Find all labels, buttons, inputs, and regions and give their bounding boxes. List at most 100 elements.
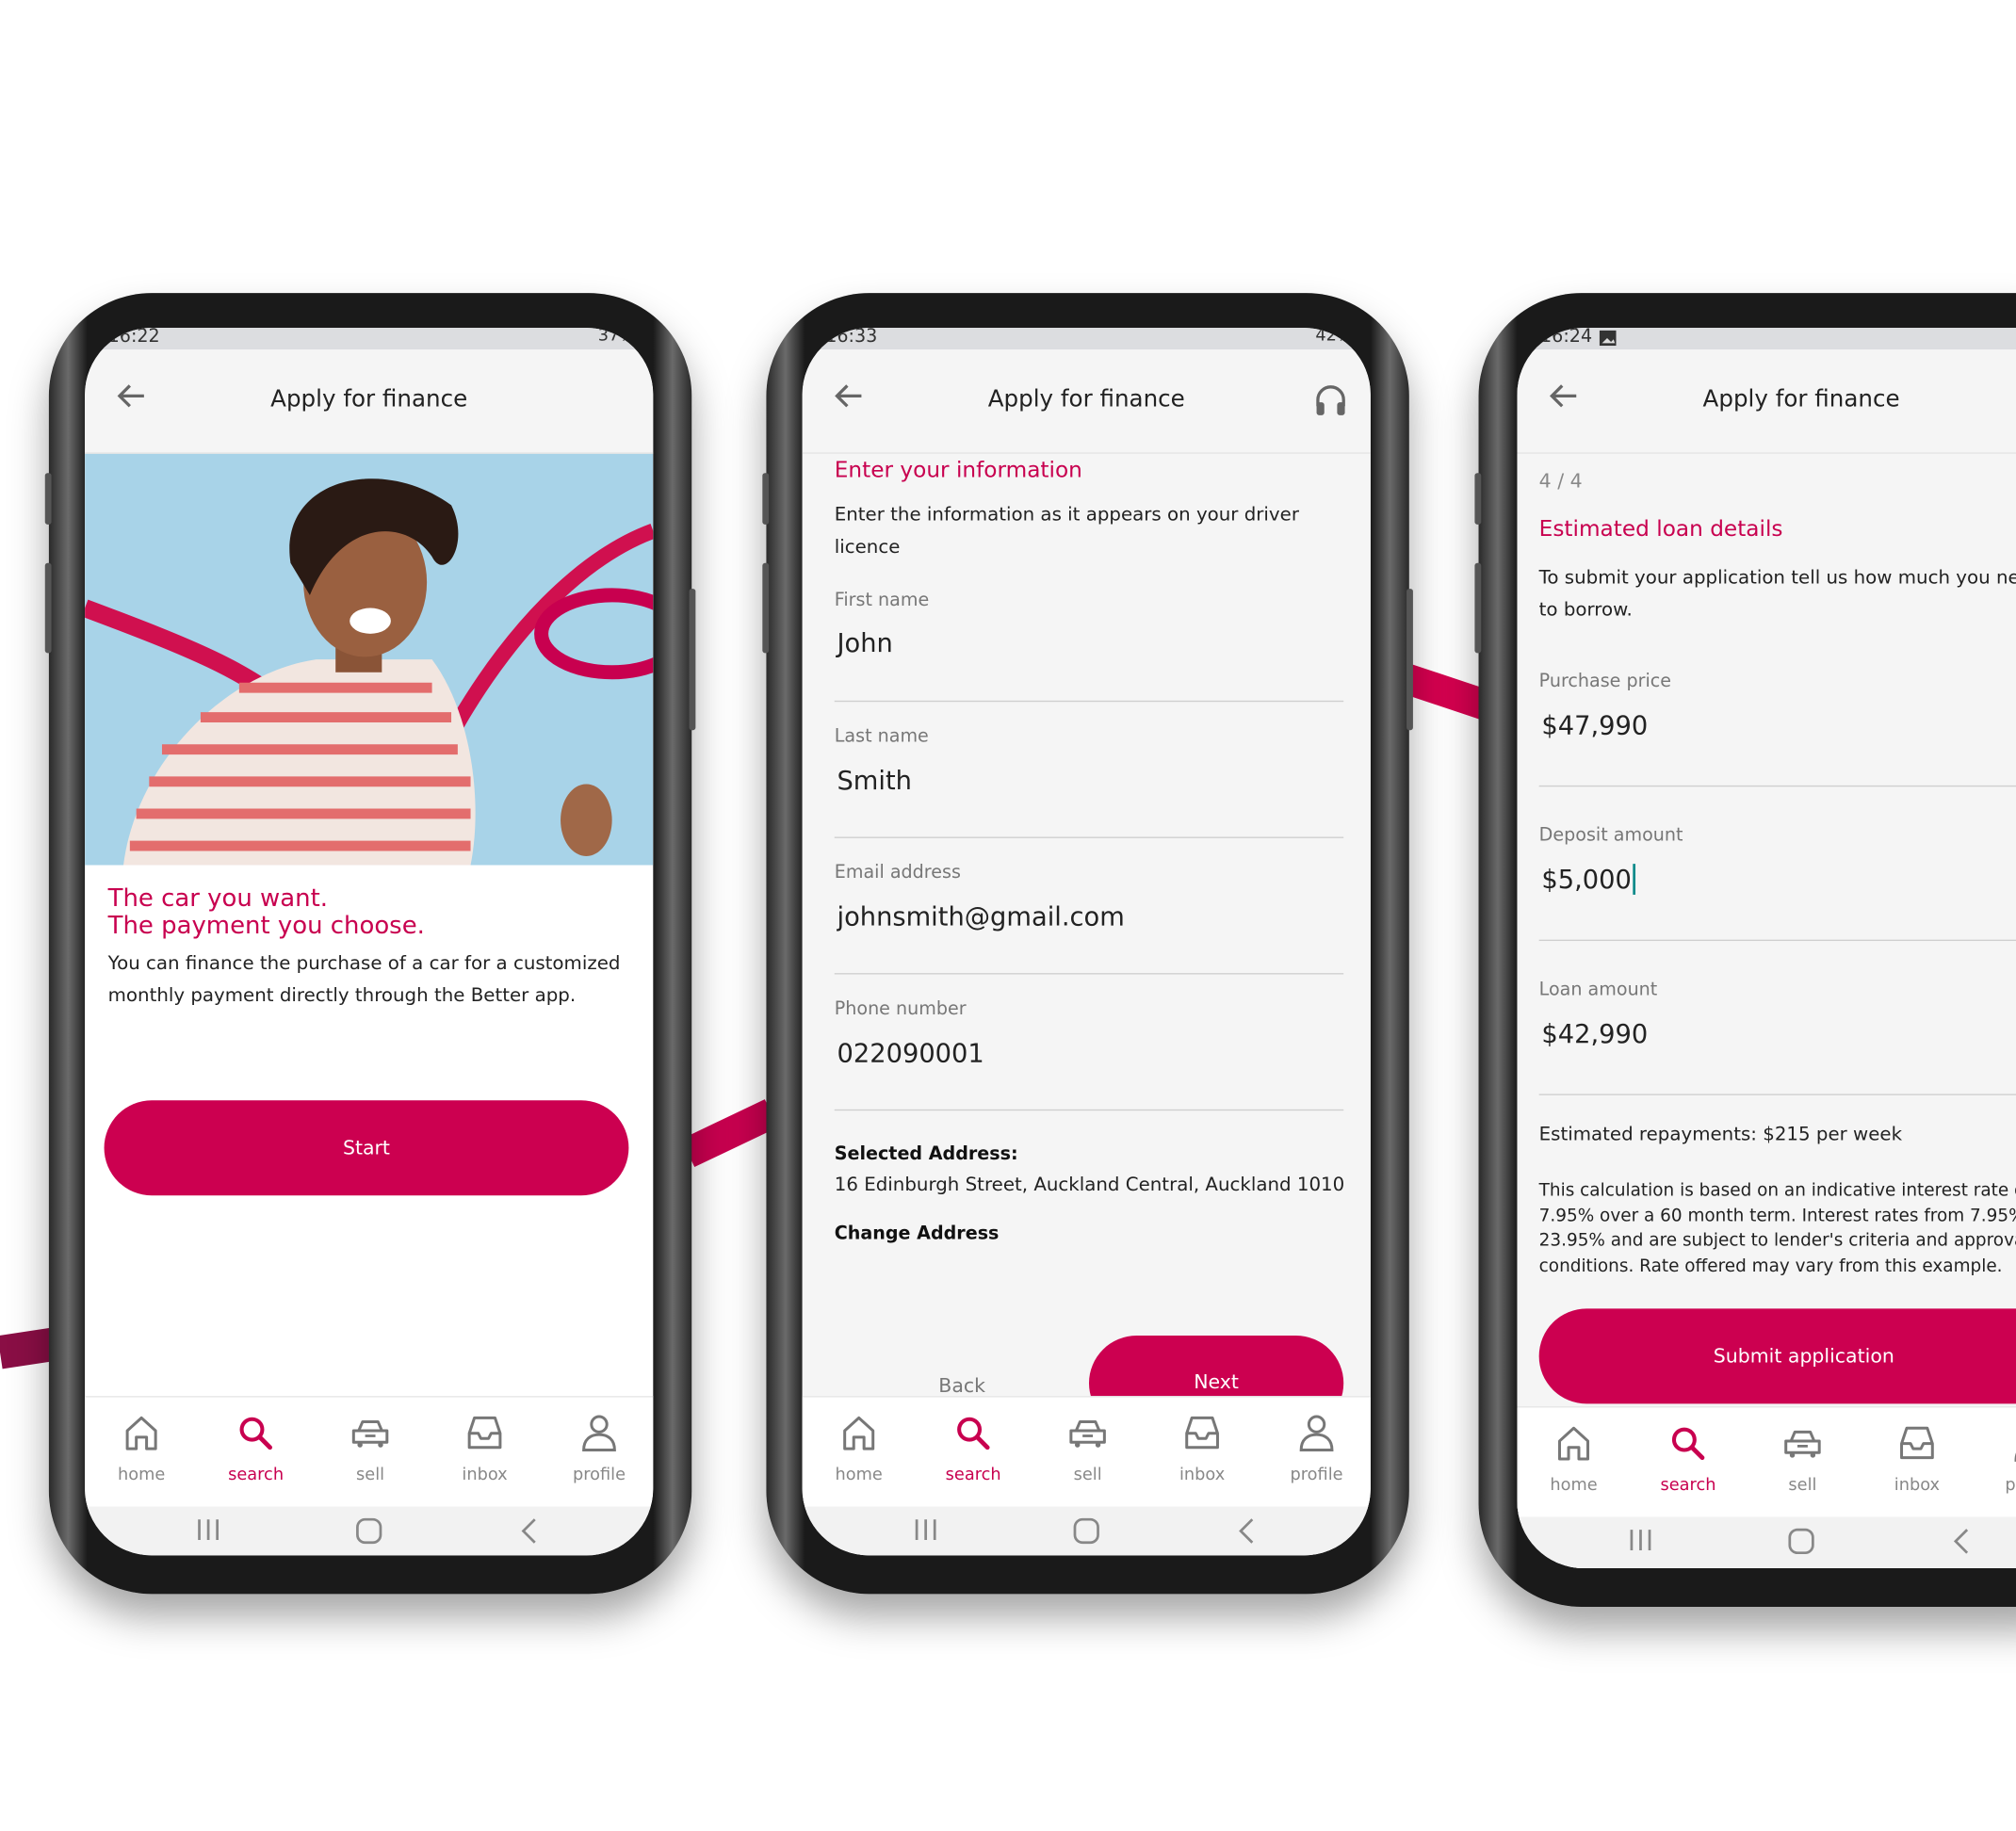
nav-item-inbox[interactable]: inbox xyxy=(433,1398,536,1507)
screen: 16:24 Apply for finance 4 / 4 Estimated … xyxy=(1517,328,2016,1569)
recent-apps-icon[interactable] xyxy=(195,1516,220,1547)
nav-label: inbox xyxy=(1894,1475,1941,1496)
profile-icon xyxy=(582,1415,616,1451)
nav-item-sell[interactable]: sell xyxy=(1751,1407,1854,1516)
intro-text-1: You can finance the purchase of a car fo… xyxy=(107,953,621,975)
nav-label: home xyxy=(117,1465,166,1485)
recent-apps-icon[interactable] xyxy=(1628,1527,1653,1558)
field-label: Phone number xyxy=(834,998,967,1020)
description-2: to borrow. xyxy=(1538,600,1633,622)
ribbon-right xyxy=(1401,664,1489,720)
nav-label: search xyxy=(945,1465,1001,1485)
profile-icon xyxy=(2014,1452,2016,1462)
disclaimer-line: 7.95% over a 60 month term. Interest rat… xyxy=(1538,1205,2016,1226)
status-time: 16:33 xyxy=(825,328,878,348)
last-name-input[interactable]: Smith xyxy=(837,765,912,796)
back-nav-icon[interactable] xyxy=(1952,1527,1973,1560)
field-label: Email address xyxy=(834,862,961,883)
nav-item-home[interactable]: home xyxy=(1522,1407,1625,1516)
phone-input[interactable]: 022090001 xyxy=(837,1037,984,1068)
inbox-icon xyxy=(1185,1416,1219,1450)
first-name-input[interactable]: John xyxy=(837,627,892,658)
status-battery: 37% xyxy=(597,328,636,347)
nav-item-home[interactable]: home xyxy=(807,1398,910,1507)
recent-apps-icon[interactable] xyxy=(913,1516,938,1547)
headline-line-2: The payment you choose. xyxy=(107,911,425,940)
ribbon-left xyxy=(0,1328,55,1369)
home-button-icon[interactable] xyxy=(1072,1516,1100,1549)
nav-label: sell xyxy=(1788,1475,1817,1496)
showcase-canvas: 16:22 37% Apply for finance The car you … xyxy=(0,0,2016,1831)
nav-item-sell[interactable]: sell xyxy=(318,1398,421,1507)
system-nav xyxy=(85,1506,654,1556)
field-label: Loan amount xyxy=(1538,979,1658,1000)
nav-label: sell xyxy=(1073,1465,1102,1485)
home-button-icon[interactable] xyxy=(1787,1527,1815,1560)
phone-loan-details: 16:24 Apply for finance 4 / 4 Estimated … xyxy=(1474,293,2016,1607)
nav-item-sell[interactable]: sell xyxy=(1036,1398,1139,1507)
nav-item-profile[interactable]: profile xyxy=(1265,1398,1368,1507)
nav-item-inbox[interactable]: inbox xyxy=(1865,1407,1968,1516)
nav-item-home[interactable]: home xyxy=(90,1398,193,1507)
nav-item-profile[interactable]: profile xyxy=(547,1398,650,1507)
back-nav-icon[interactable] xyxy=(1237,1516,1258,1549)
description-1: Enter the information as it appears on y… xyxy=(834,505,1299,527)
nav-label: home xyxy=(835,1465,883,1485)
loan-content: 4 / 4 Estimated loan details To submit y… xyxy=(1517,453,2016,1569)
section-title: Estimated loan details xyxy=(1538,516,1783,543)
status-bar: 16:33 42% xyxy=(802,328,1371,350)
page-title: Apply for finance xyxy=(270,385,468,413)
headset-icon[interactable] xyxy=(1314,383,1347,419)
page-title: Apply for finance xyxy=(1702,385,1900,413)
nav-label: inbox xyxy=(1179,1465,1226,1485)
disclaimer-line: This calculation is based on an indicati… xyxy=(1538,1179,2016,1201)
form-content: Enter your information Enter the informa… xyxy=(802,453,1371,1556)
phone-intro: 16:22 37% Apply for finance The car you … xyxy=(44,293,696,1595)
app-header: Apply for finance xyxy=(1517,349,2016,454)
page-title: Apply for finance xyxy=(987,385,1185,413)
nav-item-search[interactable]: search xyxy=(1636,1407,1739,1516)
purchase-price-input[interactable]: $47,990 xyxy=(1541,709,1648,740)
submit-application-button[interactable]: Submit application xyxy=(1538,1308,2016,1404)
screen: 16:22 37% Apply for finance The car you … xyxy=(85,328,654,1556)
nav-label: profile xyxy=(2005,1475,2016,1496)
phone-information: 16:33 42% Apply for finance Enter your i… xyxy=(762,293,1413,1595)
change-address-link[interactable]: Change Address xyxy=(835,1223,1000,1244)
start-button[interactable]: Start xyxy=(104,1100,629,1196)
profile-icon xyxy=(1299,1415,1334,1451)
home-button-icon[interactable] xyxy=(355,1516,383,1549)
hero-image xyxy=(85,453,654,866)
status-time: 16:24 xyxy=(1540,328,1593,348)
bottom-nav: home search sell inbox profile xyxy=(802,1396,1371,1507)
estimated-repayments: Estimated repayments: $215 per week xyxy=(1538,1125,1903,1146)
status-time: 16:22 xyxy=(107,328,160,348)
email-input[interactable]: johnsmith@gmail.com xyxy=(837,901,1124,932)
selected-address-label: Selected Address: xyxy=(834,1143,1018,1165)
nav-item-search[interactable]: search xyxy=(204,1398,307,1507)
home-icon xyxy=(125,1416,157,1450)
nav-item-search[interactable]: search xyxy=(922,1398,1025,1507)
deposit-input[interactable]: $5,000 xyxy=(1541,864,1636,895)
back-nav-icon[interactable] xyxy=(519,1516,540,1549)
field-label: Purchase price xyxy=(1538,671,1672,692)
loan-amount-input[interactable]: $42,990 xyxy=(1541,1018,1648,1049)
section-title: Enter your information xyxy=(834,457,1082,484)
status-battery: 42% xyxy=(1315,328,1353,347)
description-1: To submit your application tell us how m… xyxy=(1538,568,2016,590)
nav-item-inbox[interactable]: inbox xyxy=(1150,1398,1253,1507)
intro-text-2: monthly payment directly through the Bet… xyxy=(107,985,577,1007)
search-icon xyxy=(1671,1427,1705,1461)
nav-item-profile[interactable]: profile xyxy=(1980,1407,2016,1516)
nav-label: search xyxy=(1660,1475,1716,1496)
field-label: Deposit amount xyxy=(1538,825,1683,847)
car-icon xyxy=(1784,1430,1821,1458)
nav-label: profile xyxy=(572,1465,626,1485)
image-notification-icon xyxy=(1599,330,1617,347)
system-nav xyxy=(1517,1516,2016,1569)
nav-label: sell xyxy=(356,1465,385,1485)
home-icon xyxy=(1558,1426,1590,1461)
back-button[interactable]: Back xyxy=(938,1374,985,1398)
field-label: Last name xyxy=(834,726,929,747)
nav-label: home xyxy=(1550,1475,1598,1496)
bottom-nav: home search sell inbox profile xyxy=(85,1396,654,1507)
